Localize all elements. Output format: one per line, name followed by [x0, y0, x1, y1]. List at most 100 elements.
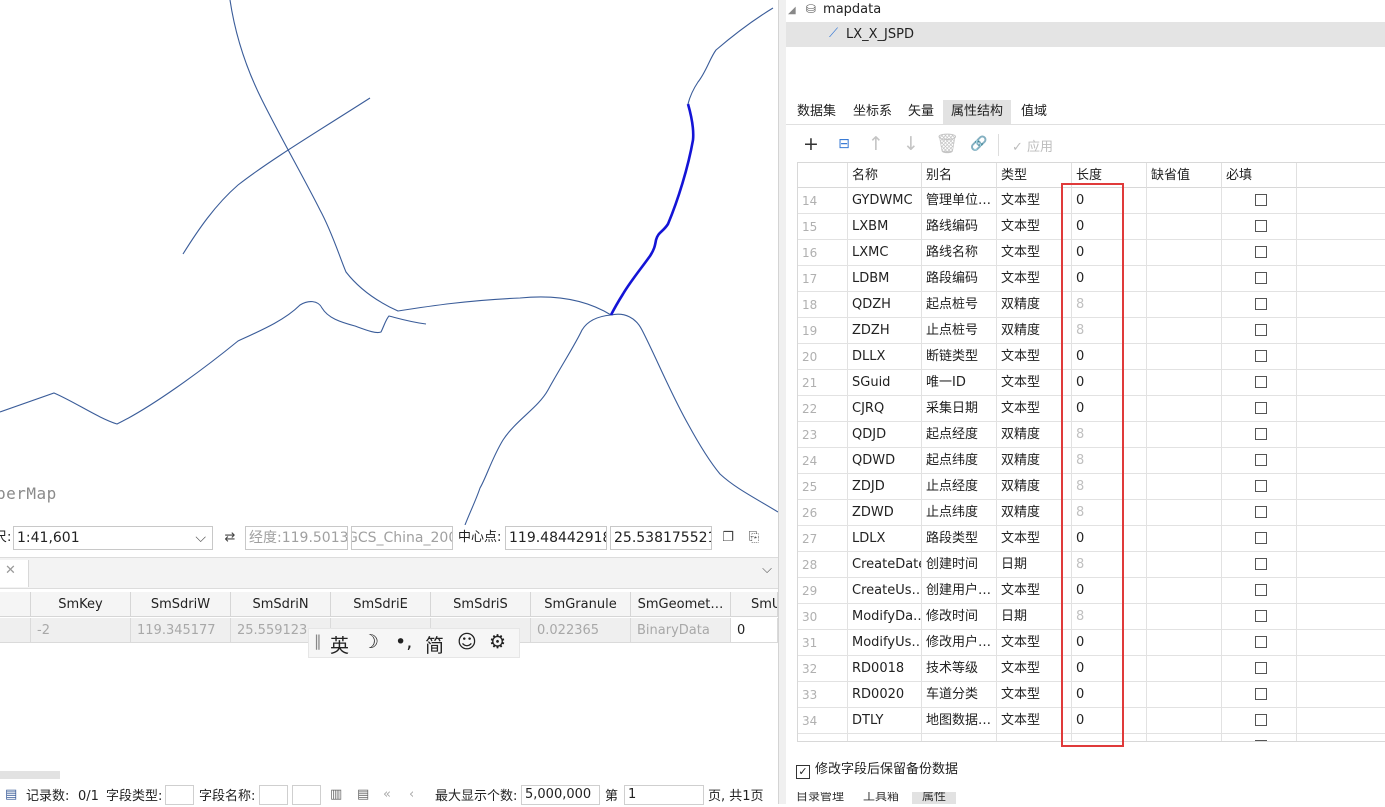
- required-checkbox[interactable]: [1255, 376, 1267, 388]
- horizontal-scrollbar[interactable]: [0, 771, 60, 779]
- ime-toolbar[interactable]: ‖ 英 ☽ •, 简 ☺ ⚙: [308, 628, 520, 658]
- field-alias-cell[interactable]: 起点桩号: [922, 292, 997, 318]
- field-alias-cell[interactable]: 起点纬度: [922, 448, 997, 474]
- chevron-down-icon[interactable]: ⌵: [762, 562, 772, 577]
- center-y-input[interactable]: 25.5381755216: [610, 526, 712, 550]
- field-default-cell[interactable]: [1147, 630, 1222, 656]
- field-default-cell[interactable]: [1147, 396, 1222, 422]
- row-number[interactable]: 26: [798, 500, 848, 526]
- row-number[interactable]: 25: [798, 474, 848, 500]
- prev-page-icon[interactable]: ‹: [409, 785, 414, 805]
- required-checkbox[interactable]: [1255, 194, 1267, 206]
- row-view-icon[interactable]: ▤: [357, 785, 369, 805]
- field-alias-cell[interactable]: 起点经度: [922, 422, 997, 448]
- row-number[interactable]: 23: [798, 422, 848, 448]
- field-default-cell[interactable]: [1147, 240, 1222, 266]
- backup-checkbox-row[interactable]: ✓ 修改字段后保留备份数据: [796, 758, 958, 779]
- required-checkbox[interactable]: [1255, 584, 1267, 596]
- required-checkbox[interactable]: [1255, 532, 1267, 544]
- field-name-cell[interactable]: LDLX: [848, 526, 922, 552]
- row-number[interactable]: 20: [798, 344, 848, 370]
- center-x-input[interactable]: 119.484429183: [505, 526, 607, 550]
- row-number[interactable]: 16: [798, 240, 848, 266]
- field-name-cell[interactable]: QDZH: [848, 292, 922, 318]
- field-default-cell[interactable]: [1147, 604, 1222, 630]
- field-default-cell[interactable]: [1147, 318, 1222, 344]
- field-alias-cell[interactable]: 路线编码: [922, 214, 997, 240]
- tab-attribute-structure[interactable]: 属性结构: [943, 100, 1012, 124]
- tab-domain[interactable]: 值域: [1013, 100, 1055, 124]
- backup-checkbox[interactable]: ✓: [796, 765, 810, 779]
- field-alias-cell[interactable]: 止点经度: [922, 474, 997, 500]
- column-header[interactable]: 别名: [922, 163, 997, 188]
- field-type-select[interactable]: [165, 785, 194, 805]
- field-name-value[interactable]: [292, 785, 321, 805]
- required-checkbox[interactable]: [1255, 350, 1267, 362]
- row-number[interactable]: 33: [798, 682, 848, 708]
- delete-icon[interactable]: 🗑: [934, 132, 960, 156]
- field-name-cell[interactable]: CJRQ: [848, 396, 922, 422]
- row-number[interactable]: 21: [798, 370, 848, 396]
- required-checkbox[interactable]: [1255, 428, 1267, 440]
- field-default-cell[interactable]: [1147, 214, 1222, 240]
- field-default-cell[interactable]: [1147, 682, 1222, 708]
- move-up-icon[interactable]: ↑: [863, 132, 889, 156]
- tab-catalog[interactable]: 目录管理: [796, 792, 844, 804]
- row-number[interactable]: 34: [798, 708, 848, 734]
- field-alias-cell[interactable]: 路段类型: [922, 526, 997, 552]
- gear-icon[interactable]: ⚙: [489, 631, 506, 653]
- field-name-cell[interactable]: ModifyDa…: [848, 604, 922, 630]
- field-alias-cell[interactable]: 止点桩号: [922, 318, 997, 344]
- field-default-cell[interactable]: [1147, 188, 1222, 214]
- field-name-cell[interactable]: RD0018: [848, 656, 922, 682]
- tab-properties[interactable]: 属性: [912, 792, 957, 804]
- field-default-cell[interactable]: [1147, 422, 1222, 448]
- field-alias-cell[interactable]: 管理单位…: [922, 188, 997, 214]
- map-view[interactable]: perMap: [0, 0, 778, 525]
- row-number[interactable]: 27: [798, 526, 848, 552]
- field-alias-cell[interactable]: 创建时间: [922, 552, 997, 578]
- row-number[interactable]: 32: [798, 656, 848, 682]
- field-name-cell[interactable]: LXMC: [848, 240, 922, 266]
- field-alias-cell[interactable]: 止点纬度: [922, 500, 997, 526]
- required-checkbox[interactable]: [1255, 298, 1267, 310]
- field-name-cell[interactable]: CreateDate: [848, 552, 922, 578]
- field-default-cell[interactable]: [1147, 552, 1222, 578]
- add-field-icon[interactable]: +: [798, 132, 824, 156]
- field-default-cell[interactable]: [1147, 344, 1222, 370]
- field-name-cell[interactable]: ZDWD: [848, 500, 922, 526]
- field-name-cell[interactable]: ZDZH: [848, 318, 922, 344]
- row-number[interactable]: 22: [798, 396, 848, 422]
- grid-header[interactable]: SmKey: [31, 592, 131, 617]
- field-default-cell[interactable]: [1147, 708, 1222, 734]
- field-alias-cell[interactable]: 地图数据…: [922, 708, 997, 734]
- table-icon[interactable]: ▤: [5, 785, 17, 805]
- field-alias-cell[interactable]: 修改时间: [922, 604, 997, 630]
- field-default-cell[interactable]: [1147, 474, 1222, 500]
- field-alias-cell[interactable]: 创建用户…: [922, 578, 997, 604]
- tree-item-datasource[interactable]: ◢ ⛁ mapdata: [788, 2, 881, 17]
- required-checkbox[interactable]: [1255, 740, 1267, 741]
- field-alias-cell[interactable]: 技术等级: [922, 656, 997, 682]
- row-number[interactable]: 24: [798, 448, 848, 474]
- required-checkbox[interactable]: [1255, 402, 1267, 414]
- copy-icon[interactable]: ❐: [719, 529, 737, 547]
- paste-icon[interactable]: ⎘: [745, 529, 763, 547]
- grid-header[interactable]: SmSdriS: [431, 592, 531, 617]
- tab-dataset[interactable]: 数据集: [789, 100, 844, 124]
- field-alias-cell[interactable]: 路段编码: [922, 266, 997, 292]
- field-name-cell[interactable]: LXBM: [848, 214, 922, 240]
- field-default-cell[interactable]: [1147, 656, 1222, 682]
- column-header[interactable]: 必填: [1222, 163, 1297, 188]
- required-checkbox[interactable]: [1255, 220, 1267, 232]
- required-checkbox[interactable]: [1255, 246, 1267, 258]
- close-icon[interactable]: ✕: [5, 563, 16, 578]
- grid-header[interactable]: SmSdriW: [131, 592, 231, 617]
- required-checkbox[interactable]: [1255, 480, 1267, 492]
- column-header[interactable]: 名称: [848, 163, 922, 188]
- field-default-cell[interactable]: [1147, 500, 1222, 526]
- drag-handle-icon[interactable]: ‖: [314, 632, 322, 650]
- collapse-icon[interactable]: ◢: [788, 5, 796, 16]
- field-alias-cell[interactable]: [922, 734, 997, 741]
- field-name-cell[interactable]: SGuid: [848, 370, 922, 396]
